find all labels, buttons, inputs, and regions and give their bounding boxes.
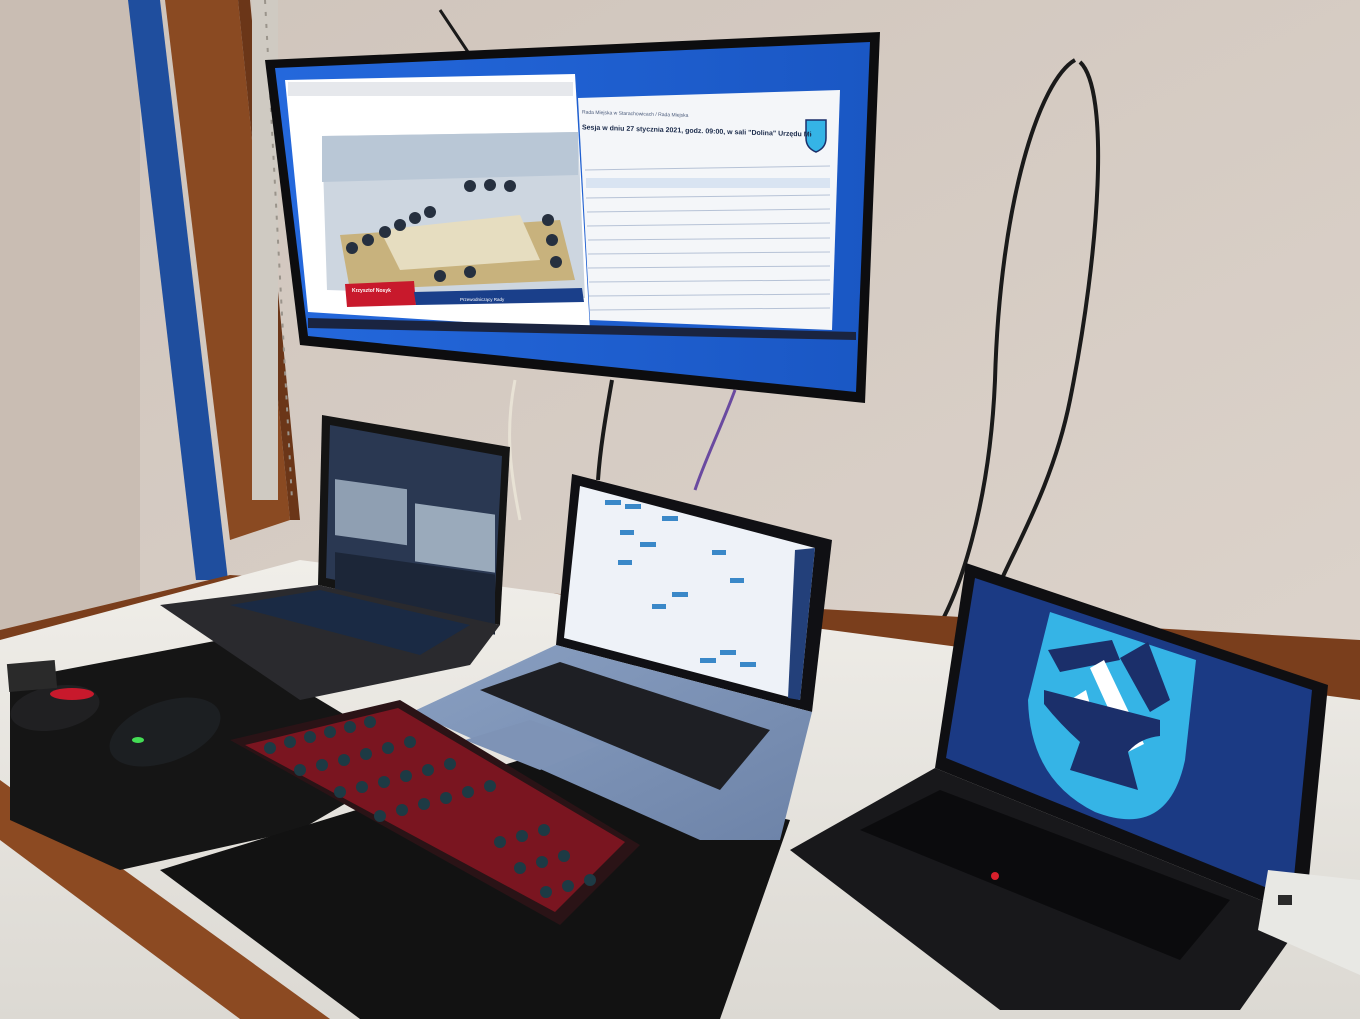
highlight-row — [586, 178, 830, 188]
wall-monitor — [265, 32, 880, 403]
phone — [6, 659, 58, 693]
photo-scene — [0, 0, 1360, 1019]
lower-third-role: Przewodniczący Rady — [460, 297, 505, 302]
lower-third-name: Krzysztof Nosyk — [352, 288, 391, 294]
trackpoint — [991, 872, 999, 880]
left-wall — [0, 0, 140, 640]
lower-third-red — [345, 281, 416, 307]
